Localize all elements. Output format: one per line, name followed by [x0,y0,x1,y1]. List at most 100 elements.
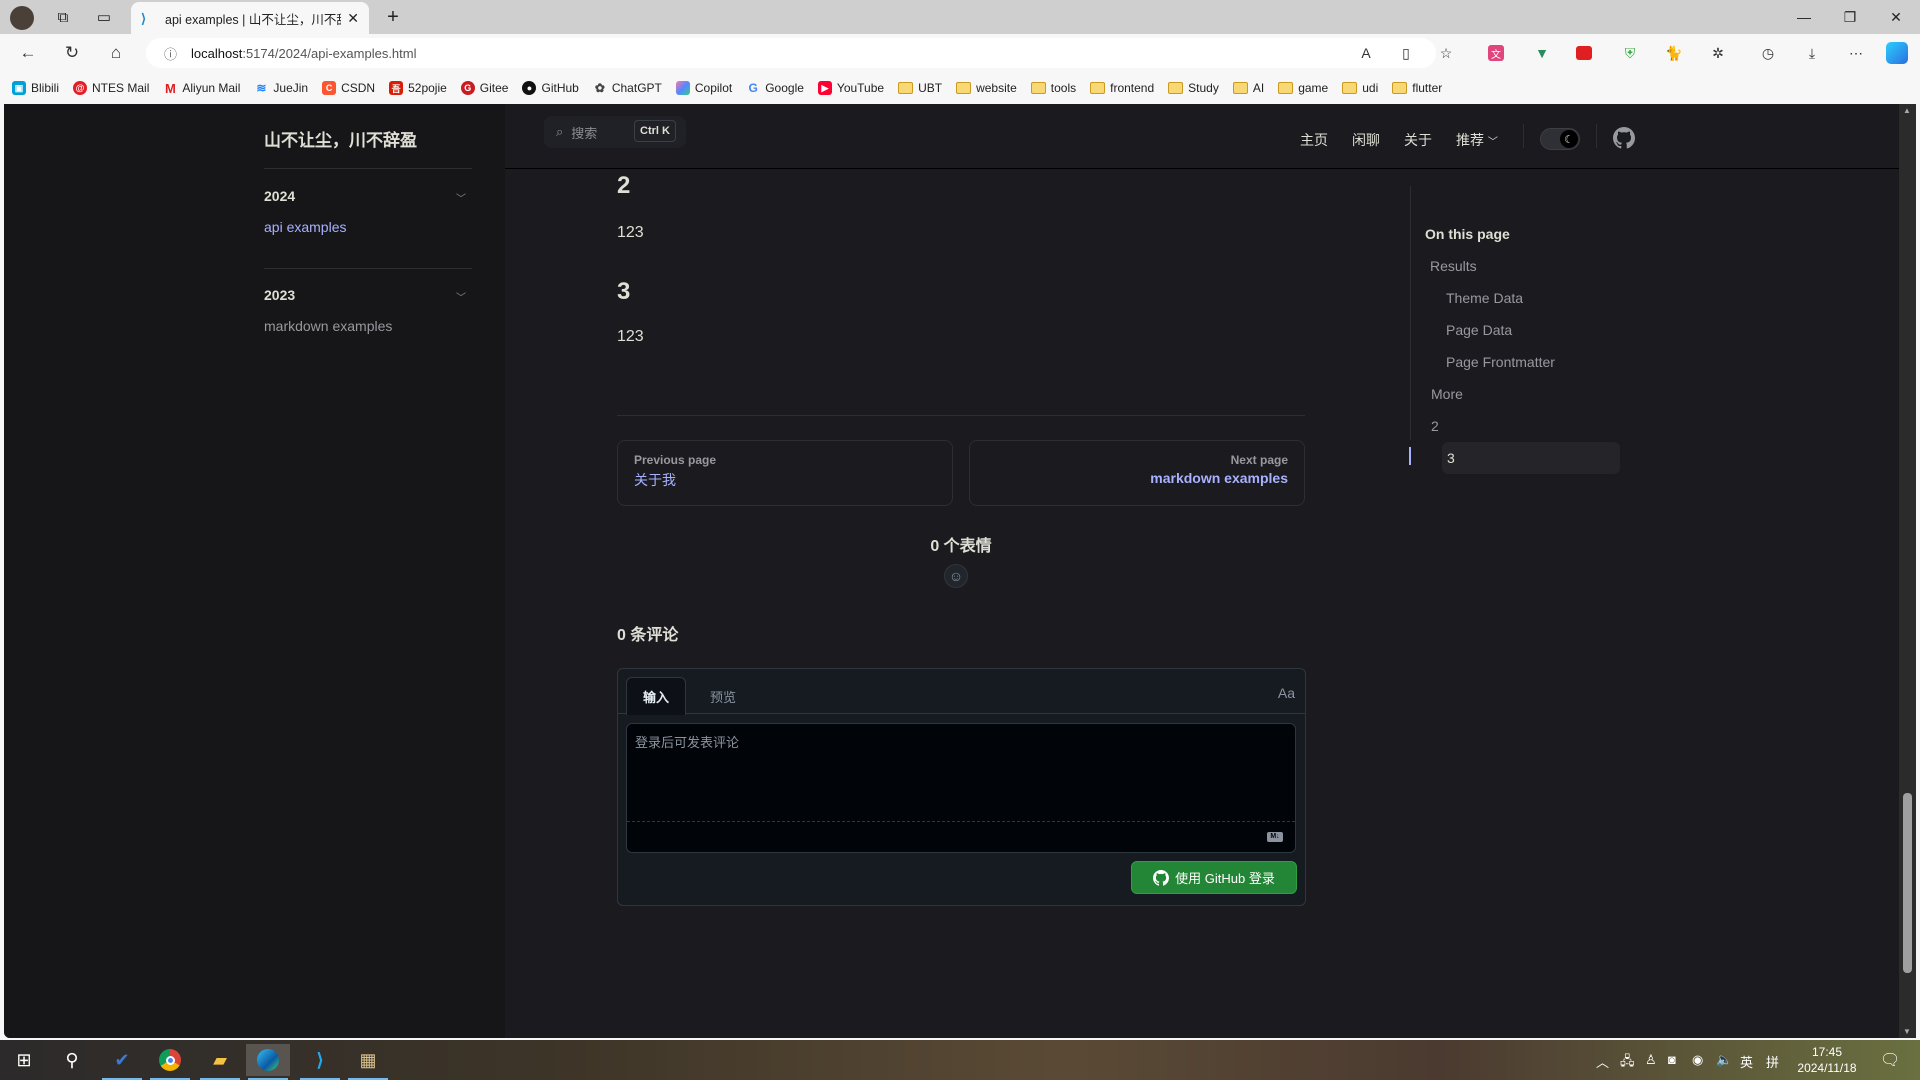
new-tab-button[interactable]: + [382,6,404,28]
tab-preview[interactable]: 预览 [698,677,748,715]
bookmark-folder-tools[interactable]: tools [1030,81,1076,95]
downloads-icon[interactable]: ⤓ [1802,43,1822,63]
immersive-reader-icon[interactable]: ▯ [1396,43,1416,63]
vertical-tabs-icon[interactable]: ▭ [93,6,115,28]
file-explorer-icon[interactable]: ▰ [198,1044,242,1080]
network-icon[interactable]: 🖧 [1620,1052,1635,1074]
bookmark-52pojie[interactable]: 吾 52pojie [389,81,447,95]
toc-item-more[interactable]: More [1431,386,1463,402]
bookmark-juejin[interactable]: ≋ JueJin [254,81,308,95]
bookmark-folder-website[interactable]: website [956,81,1017,95]
adguard-icon[interactable]: ⛨ [1620,43,1640,63]
bookmark-folder-ubt[interactable]: UBT [898,81,942,95]
show-hidden-icons-chevron-icon[interactable]: ︿ [1596,1052,1609,1071]
nav-chat[interactable]: 闲聊 [1352,130,1380,150]
bookmark-ntes-mail[interactable]: @ NTES Mail [73,81,149,95]
bookmark-folder-frontend[interactable]: frontend [1090,81,1154,95]
add-reaction-smiley-icon[interactable]: ☺ [944,564,968,588]
history-icon[interactable]: ◷ [1758,43,1778,63]
workspaces-icon[interactable]: ⧉ [52,6,74,28]
bookmark-google[interactable]: G Google [746,81,804,95]
nav-about[interactable]: 关于 [1404,130,1432,150]
close-window-button[interactable]: ✕ [1876,6,1916,28]
ime-language[interactable]: 英 [1740,1052,1753,1071]
bookmark-gitee[interactable]: G Gitee [460,81,508,95]
scroll-up-arrow-icon[interactable]: ▲ [1903,106,1911,115]
ime-mode[interactable]: 拼 [1766,1052,1779,1071]
tray-feishu-icon[interactable]: ◉ [1692,1052,1703,1068]
scrollbar-thumb[interactable] [1903,793,1912,974]
nav-home[interactable]: 主页 [1300,130,1328,150]
read-aloud-icon[interactable]: A [1356,43,1376,63]
toc-item-3[interactable]: 3 [1447,450,1455,466]
sidebar-group-2024[interactable]: 2024 [264,188,295,204]
notifications-icon[interactable]: 🗨 [1880,1050,1900,1070]
bookmark-chatgpt[interactable]: ✿ ChatGPT [593,81,662,95]
chevron-down-icon[interactable]: ﹀ [456,190,466,205]
close-tab-icon[interactable]: ✕ [347,10,359,27]
bookmark-folder-flutter[interactable]: flutter [1392,81,1442,95]
github-login-button[interactable]: 使用 GitHub 登录 [1131,861,1297,894]
toc-item-results[interactable]: Results [1430,258,1477,274]
extension-cat-icon[interactable]: 🐈 [1664,43,1684,63]
github-icon[interactable] [1613,127,1635,149]
active-tab[interactable]: ⟩ api examples | 山不让尘，川不辞盈 ✕ [131,2,369,34]
translate-extension-icon[interactable]: 文 [1488,45,1504,61]
nav-recommend[interactable]: 推荐 ﹀ [1456,130,1498,150]
format-toggle-button[interactable]: Aa [1278,685,1295,701]
bookmark-aliyun-mail[interactable]: M Aliyun Mail [163,81,240,96]
sidebar-item-api-examples[interactable]: api examples [264,219,347,235]
home-button[interactable]: ⌂ [104,42,128,64]
bookmark-youtube[interactable]: ▶ YouTube [817,81,884,95]
start-windows-icon[interactable]: ⊞ [2,1044,46,1076]
bookmark-folder-study[interactable]: Study [1168,81,1219,95]
volume-icon[interactable]: 🔈 [1716,1052,1732,1068]
vue-devtools-icon[interactable]: ▼ [1532,43,1552,63]
vscode-icon[interactable]: ⟩ [298,1044,342,1080]
copilot-icon[interactable] [1886,42,1908,64]
extension-red-icon[interactable] [1576,46,1592,60]
prev-page-link[interactable]: Previous page 关于我 [617,440,953,506]
search-icon[interactable]: ⚲ [50,1044,94,1076]
bookmark-csdn[interactable]: C CSDN [322,81,375,95]
toc-item-page-data[interactable]: Page Data [1446,322,1512,338]
scroll-down-arrow-icon[interactable]: ▼ [1903,1027,1911,1036]
sidebar-item-markdown-examples[interactable]: markdown examples [264,318,392,334]
bookmark-copilot[interactable]: Copilot [675,81,732,95]
back-button[interactable]: ← [16,42,40,64]
dark-mode-toggle[interactable]: ☾ [1540,128,1580,150]
chrome-icon[interactable] [148,1044,192,1080]
edge-browser-icon[interactable] [246,1044,290,1080]
tab-input[interactable]: 输入 [626,677,686,715]
favorite-star-icon[interactable]: ☆ [1436,43,1456,63]
more-menu-icon[interactable]: ⋯ [1846,43,1866,63]
toc-item-page-frontmatter[interactable]: Page Frontmatter [1446,354,1555,370]
search-button[interactable]: ⌕ 搜索 Ctrl K [544,116,686,148]
tray-chat-icon[interactable]: ◙ [1668,1052,1676,1067]
profile-avatar[interactable] [10,6,34,30]
bookmark-folder-ai[interactable]: AI [1232,81,1264,95]
site-title[interactable]: 山不让尘，川不辞盈 [264,126,417,151]
bookmark-folder-game[interactable]: game [1278,81,1328,95]
bookmark-folder-udi[interactable]: udi [1342,81,1378,95]
app-box-icon[interactable]: ▦ [346,1044,390,1080]
refresh-button[interactable]: ↻ [60,42,84,64]
toc-item-theme-data[interactable]: Theme Data [1446,290,1523,306]
minimize-button[interactable]: — [1784,6,1824,28]
url-bar[interactable]: ⓘ localhost:5174/2024/api-examples.html [146,38,1436,68]
sidebar-group-2023[interactable]: 2023 [264,287,295,303]
restore-button[interactable]: ❐ [1830,6,1870,28]
toc-item-2[interactable]: 2 [1431,418,1439,434]
chevron-down-icon[interactable]: ﹀ [456,289,466,304]
site-info-icon[interactable]: ⓘ [164,44,177,63]
next-page-link[interactable]: Next page markdown examples [969,440,1305,506]
extensions-puzzle-icon[interactable]: ✲ [1708,43,1728,63]
page-scrollbar[interactable]: ▲ ▼ [1899,104,1916,1038]
tray-app-icon[interactable]: ♙ [1645,1052,1657,1068]
bookmark-bilibili[interactable]: ▣ Blibili [12,81,59,95]
comment-input[interactable] [627,724,1295,822]
todo-app-icon[interactable]: ✔ [100,1044,144,1080]
bookmark-github[interactable]: ● GitHub [522,81,579,95]
system-clock[interactable]: 17:45 2024/11/18 [1792,1044,1862,1076]
comments-count: 0 条评论 [617,627,679,644]
